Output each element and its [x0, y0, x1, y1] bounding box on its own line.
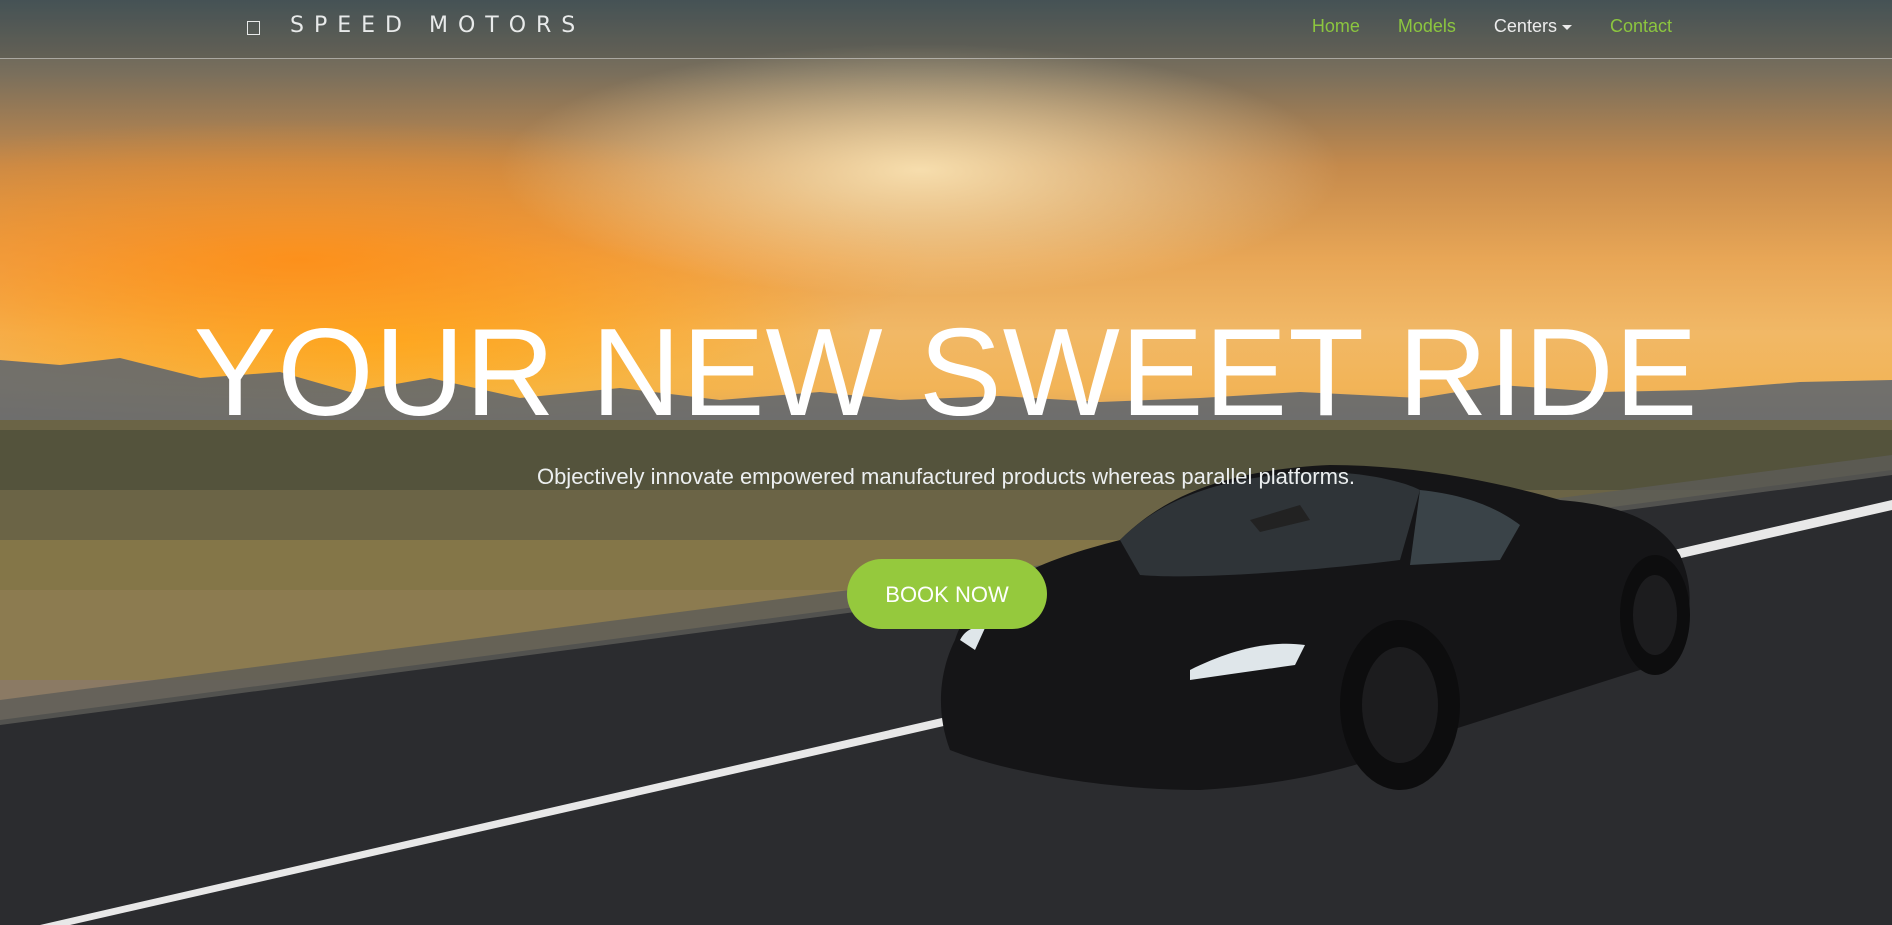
top-navbar: SPEED MOTORS Home Models Centers Contact	[0, 0, 1892, 59]
brand-square-icon	[247, 20, 260, 35]
nav-item-contact[interactable]: Contact	[1610, 16, 1672, 37]
nav-item-models[interactable]: Models	[1398, 16, 1456, 37]
book-now-button[interactable]: BOOK NOW	[847, 559, 1047, 629]
brand-logo[interactable]: SPEED MOTORS	[247, 13, 585, 38]
nav-item-centers-label: Centers	[1493, 16, 1557, 36]
hero-section: SPEED MOTORS Home Models Centers Contact…	[0, 0, 1892, 925]
hero-subheadline: Objectively innovate empowered manufactu…	[536, 464, 1356, 489]
nav-item-home[interactable]: Home	[1312, 16, 1360, 37]
hero-headline: YOUR NEW SWEET RIDE	[193, 304, 1699, 442]
brand-name: SPEED MOTORS	[290, 13, 586, 38]
nav-menu: Home Models Centers Contact	[1312, 16, 1672, 37]
hero-background-image	[0, 358, 1892, 925]
nav-item-centers[interactable]: Centers	[1494, 16, 1572, 37]
caret-down-icon	[1561, 24, 1572, 30]
